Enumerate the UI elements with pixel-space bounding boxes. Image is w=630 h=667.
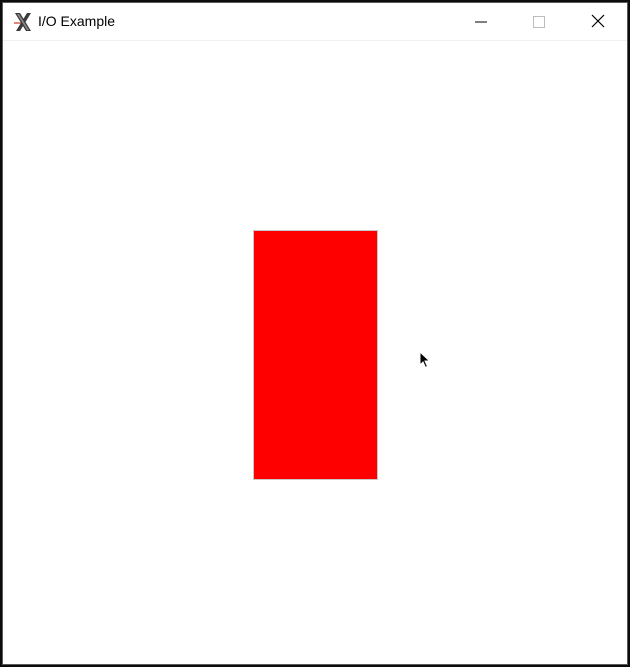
drawing-canvas[interactable] — [3, 41, 627, 664]
minimize-button[interactable] — [452, 3, 510, 41]
app-window: I/O Example — [2, 2, 628, 665]
close-icon — [591, 13, 605, 32]
mouse-pointer-icon — [419, 350, 431, 369]
minimize-icon — [475, 13, 487, 32]
title-bar[interactable]: I/O Example — [3, 3, 627, 41]
maximize-icon — [533, 13, 545, 32]
red-rectangle — [253, 230, 378, 480]
window-title: I/O Example — [38, 13, 116, 29]
close-button[interactable] — [569, 3, 627, 41]
maximize-button[interactable] — [510, 3, 568, 41]
x-app-icon — [12, 11, 34, 33]
